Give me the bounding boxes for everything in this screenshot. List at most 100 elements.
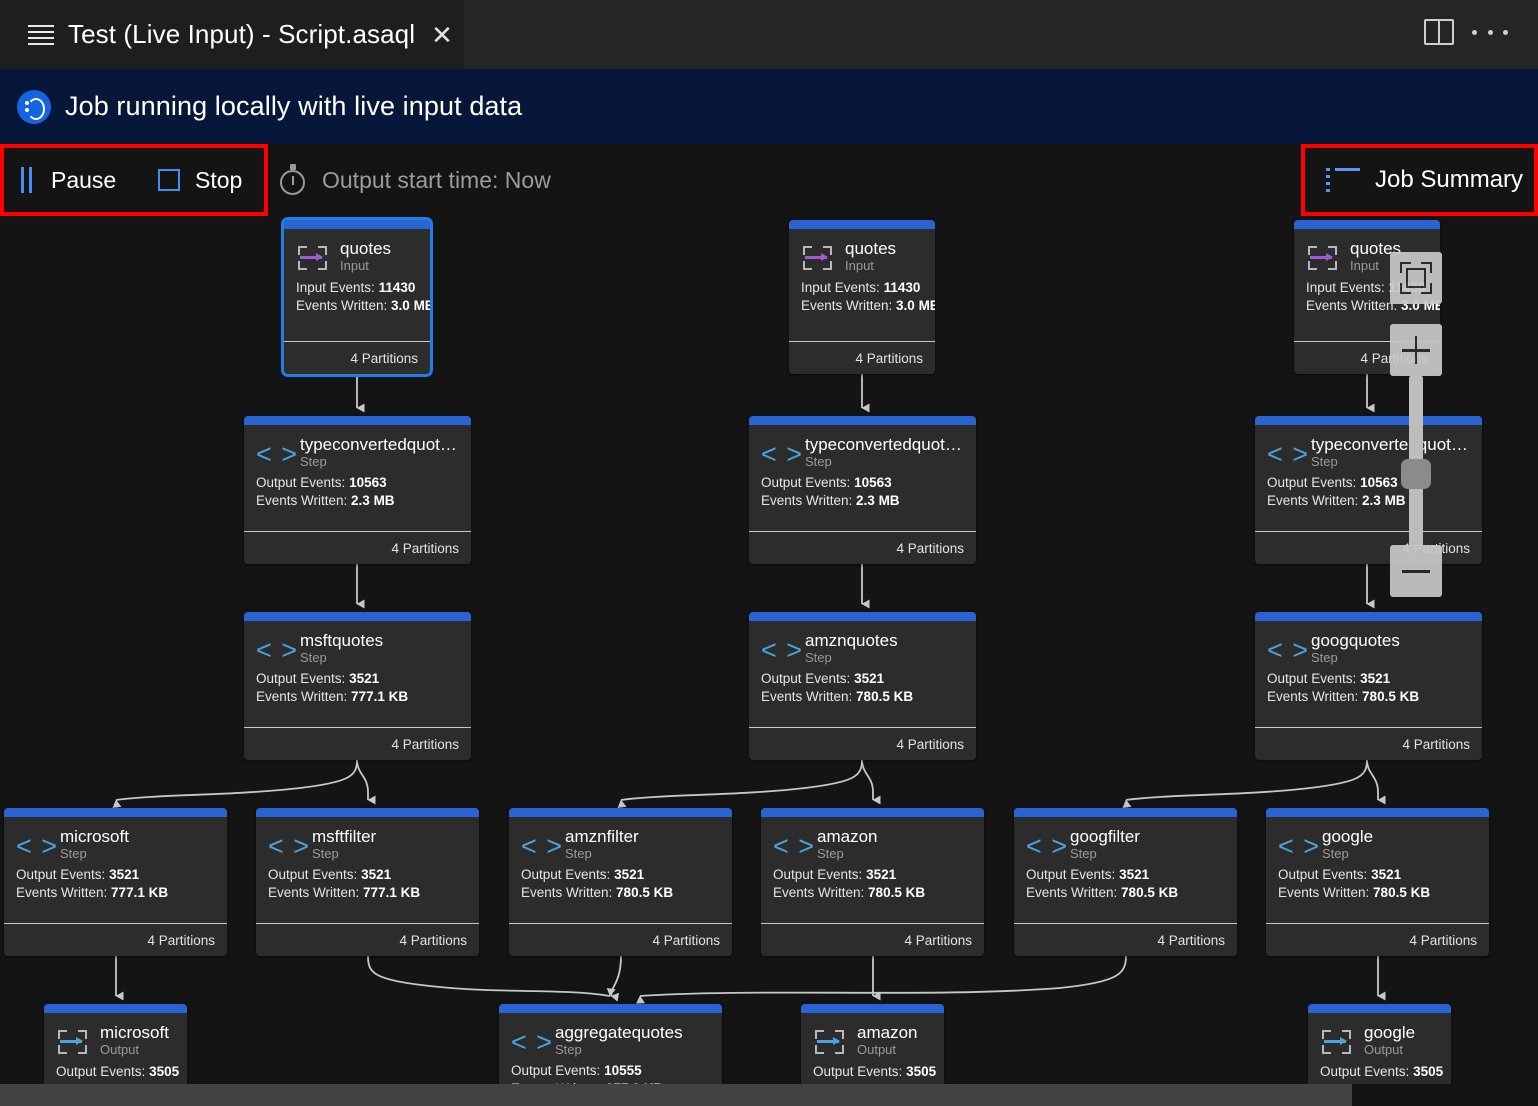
- job-diagram-canvas[interactable]: quotes Input Input Events: 11430 Events Wri…: [0, 216, 1538, 1084]
- metric-value: 3505: [902, 1064, 937, 1079]
- node-accent-bar: [1266, 808, 1489, 817]
- diagram-node-googquotes[interactable]: < > googquotes Step Output Events: 3521 Even…: [1255, 612, 1482, 760]
- code-brackets-icon: < >: [761, 635, 804, 665]
- node-titles: amazon Step: [817, 827, 877, 862]
- code-brackets-icon: < >: [773, 831, 816, 861]
- diagram-node-msftfilter[interactable]: < > msftfilter Step Output Events: 3521 Even…: [256, 808, 479, 956]
- diagram-node-typeconv-3[interactable]: < > typeconvertedquot… Step Output Events: …: [1255, 416, 1482, 564]
- node-header: < > googfilter Step: [1026, 827, 1225, 862]
- diagram-node-amazon-out[interactable]: amazon Output Output Events: 3505: [801, 1004, 944, 1084]
- diagram-node-typeconv-1[interactable]: < > typeconvertedquot… Step Output Events: …: [244, 416, 471, 564]
- code-brackets-icon: < >: [268, 831, 311, 861]
- diagram-node-amznquotes[interactable]: < > amznquotes Step Output Events: 3521 Even…: [749, 612, 976, 760]
- output-icon: [813, 1027, 853, 1059]
- close-icon[interactable]: ✕: [431, 22, 453, 48]
- node-partitions: 4 Partitions: [1402, 736, 1470, 752]
- diagram-node-amznfilter[interactable]: < > amznfilter Step Output Events: 3521 Even…: [509, 808, 732, 956]
- metric-label: Events Written:: [1306, 298, 1398, 313]
- metric-label: Output Events:: [511, 1063, 601, 1078]
- diagram-node-quotes-2[interactable]: quotes Input Input Events: 11430 Events Wri…: [789, 220, 935, 374]
- node-name: google: [1364, 1023, 1416, 1042]
- input-icon: [1306, 243, 1346, 275]
- zoom-controls[interactable]: [1390, 252, 1442, 597]
- output-start-time-label: Output start time: Now: [322, 166, 551, 193]
- diagram-node-googfilter[interactable]: < > googfilter Step Output Events: 3521 Even…: [1014, 808, 1237, 956]
- input-icon: [296, 243, 336, 275]
- node-titles: quotes Input: [340, 239, 391, 274]
- node-metric-row: Output Events: 3521: [773, 866, 972, 884]
- node-metric-row: Output Events: 10563: [761, 474, 964, 492]
- node-metric-row: Output Events: 3521: [521, 866, 720, 884]
- metric-label: Events Written:: [1278, 885, 1370, 900]
- node-body: < > typeconvertedquot… Step Output Events: …: [1255, 425, 1482, 510]
- zoom-out-icon[interactable]: [1390, 545, 1442, 597]
- node-accent-bar: [789, 220, 935, 229]
- code-brackets-icon: < >: [1026, 831, 1069, 861]
- node-name: googfilter: [1070, 827, 1140, 846]
- metric-label: Output Events:: [761, 671, 851, 686]
- node-partitions: 4 Partitions: [391, 736, 459, 752]
- metric-value: 11430: [879, 280, 921, 295]
- metric-value: 3.0 MB: [387, 298, 430, 313]
- diagram-node-microsoft-out[interactable]: microsoft Output Output Events: 3505: [44, 1004, 187, 1084]
- split-editor-icon[interactable]: [1424, 19, 1454, 45]
- node-kind: Step: [300, 650, 327, 665]
- metric-label: Output Events:: [268, 867, 358, 882]
- code-brackets-icon: < >: [256, 635, 299, 665]
- node-header: quotes Input: [296, 239, 418, 275]
- node-kind: Step: [555, 1042, 582, 1057]
- metric-label: Output Events:: [761, 475, 851, 490]
- node-metric-row: Output Events: 3521: [761, 670, 964, 688]
- node-name: msftquotes: [300, 631, 384, 650]
- editor-tab-bar: Test (Live Input) - Script.asaql ✕: [0, 0, 1538, 69]
- metric-label: Output Events:: [256, 475, 346, 490]
- more-actions-icon[interactable]: [1472, 25, 1508, 39]
- metric-label: Output Events:: [773, 867, 863, 882]
- metric-label: Output Events:: [16, 867, 106, 882]
- zoom-in-icon[interactable]: [1390, 324, 1442, 376]
- code-brackets-icon: < >: [521, 831, 564, 861]
- node-metric-row: Output Events: 3505: [56, 1063, 179, 1081]
- node-name: amznquotes: [805, 631, 898, 650]
- metric-value: 10563: [345, 475, 387, 490]
- node-accent-bar: [761, 808, 984, 817]
- metric-label: Input Events:: [296, 280, 375, 295]
- node-metrics: Output Events: 10563 Events Written: 2.3 …: [1267, 474, 1470, 510]
- diagram-node-google-step[interactable]: < > google Step Output Events: 3521 Events W…: [1266, 808, 1489, 956]
- node-body: quotesInput Input Events: 11430Events Wri…: [789, 229, 935, 315]
- zoom-slider-handle[interactable]: [1401, 459, 1431, 489]
- node-name: google: [1322, 827, 1374, 846]
- node-metrics: Input Events: 11430Events Written: 3.0 M…: [801, 279, 935, 315]
- output-start-time-control[interactable]: Output start time: Now: [278, 158, 551, 202]
- diagram-node-typeconv-2[interactable]: < > typeconvertedquot… Step Output Events: …: [749, 416, 976, 564]
- metric-label: Output Events:: [521, 867, 611, 882]
- diagram-node-aggregatequotes[interactable]: < > aggregatequotes Step Output Events: 105…: [499, 1004, 722, 1084]
- node-name: amznfilter: [565, 827, 639, 846]
- tab-script-asaql[interactable]: Test (Live Input) - Script.asaql ✕: [0, 0, 464, 69]
- diagram-node-quotes-1[interactable]: quotes Input Input Events: 11430 Events Wri…: [281, 217, 433, 377]
- node-metrics: Output Events: 3505: [813, 1063, 936, 1081]
- diagram-node-amazon-step[interactable]: < > amazon Step Output Events: 3521 Events W…: [761, 808, 984, 956]
- fit-to-screen-icon[interactable]: [1390, 252, 1442, 304]
- node-accent-bar: [1014, 808, 1237, 817]
- node-metrics: Output Events: 10563 Events Written: 2.3 …: [256, 474, 459, 510]
- node-name: quotes: [845, 239, 897, 258]
- node-accent-bar: [284, 220, 430, 229]
- diagram-node-msftquotes[interactable]: < > msftquotes Step Output Events: 3521 Even…: [244, 612, 471, 760]
- horizontal-scrollbar-thumb[interactable]: [0, 1084, 1352, 1106]
- node-accent-bar: [244, 416, 471, 425]
- metric-value: 780.5 KB: [852, 689, 914, 704]
- node-metric-row: Output Events: 10563: [1267, 474, 1470, 492]
- node-metric-row: Events Written: 2.3 MB: [256, 492, 459, 510]
- node-metrics: Output Events: 3521 Events Written: 780.5…: [1026, 866, 1225, 902]
- highlight-box-job-summary: [1301, 144, 1538, 216]
- metric-label: Events Written:: [256, 493, 348, 508]
- node-metric-row: Events Written: 780.5 KB: [1267, 688, 1470, 706]
- horizontal-scrollbar[interactable]: [0, 1084, 1538, 1106]
- menu-icon[interactable]: [28, 24, 54, 45]
- node-metric-row: Events Written: 780.5 KB: [773, 884, 972, 902]
- metric-value: 2.3 MB: [852, 493, 900, 508]
- diagram-node-google-out[interactable]: google Output Output Events: 3505: [1308, 1004, 1451, 1084]
- node-titles: quotes Input: [845, 239, 896, 274]
- diagram-node-microsoft-step[interactable]: < > microsoft Step Output Events: 3521 Event…: [4, 808, 227, 956]
